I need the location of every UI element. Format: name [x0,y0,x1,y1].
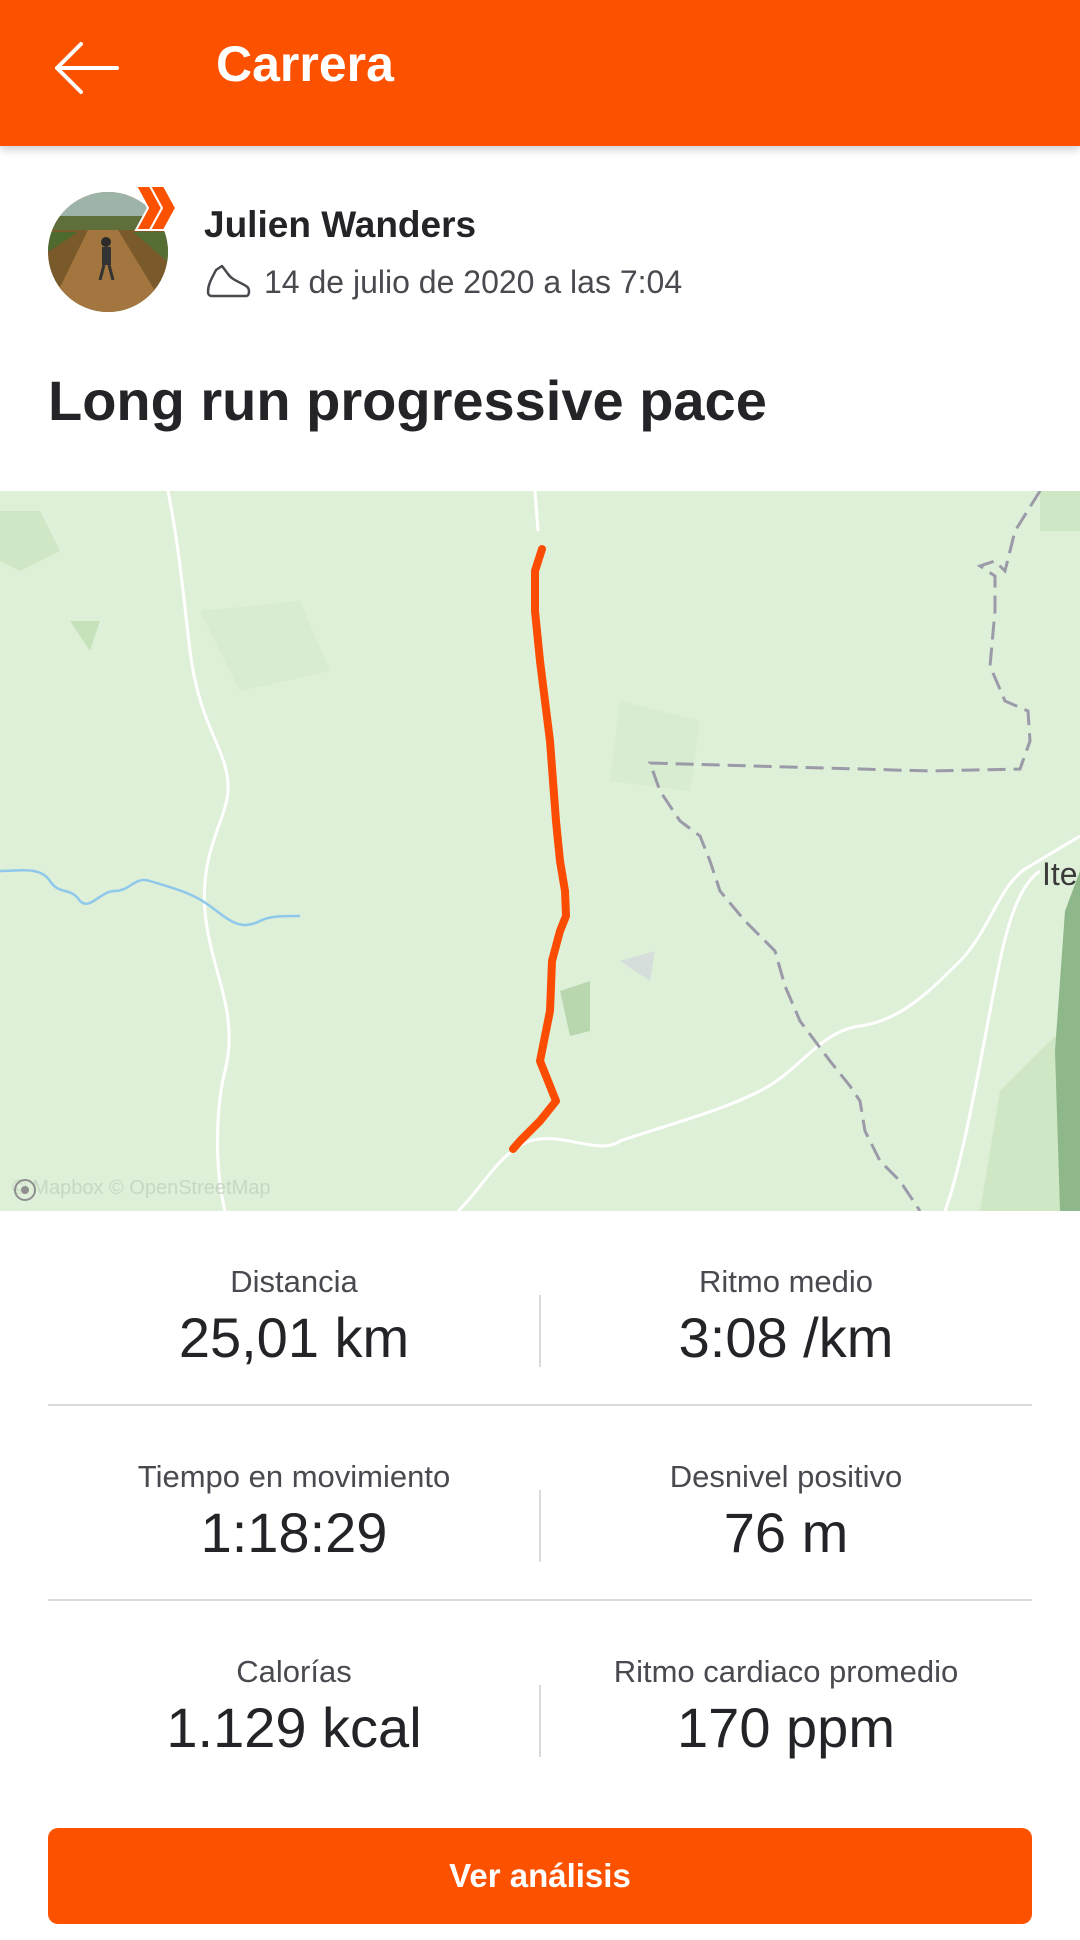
stat-value: 25,01 km [178,1306,410,1369]
stat-label: Tiempo en movimiento [137,1459,451,1494]
subscriber-chevron-icon [134,185,178,231]
stats-grid: Distancia 25,01 km Ritmo medio 3:08 /km … [48,1211,1032,1794]
mapbox-logo-icon [14,1179,36,1201]
stat-average-pace: Ritmo medio 3:08 /km [540,1211,1032,1371]
athlete-name[interactable]: Julien Wanders [204,202,476,248]
stat-label: Ritmo medio [699,1264,873,1299]
arrow-left-icon [55,42,119,94]
stat-value: 170 ppm [677,1696,895,1759]
map-canvas [0,491,1080,1211]
shoe-icon [206,264,251,298]
stat-elevation-gain: Desnivel positivo 76 m [540,1406,1032,1566]
stat-row: Distancia 25,01 km Ritmo medio 3:08 /km [48,1211,1032,1406]
activity-datetime: 14 de julio de 2020 a las 7:04 [264,264,683,300]
back-button[interactable] [40,22,132,114]
stat-label: Ritmo cardiaco promedio [613,1654,959,1689]
app-bar: Carrera [0,0,1080,146]
stat-average-heart-rate: Ritmo cardiaco promedio 170 ppm [540,1601,1032,1761]
athlete-avatar-container[interactable] [48,146,180,312]
map-credits-text: © Mapbox © OpenStreetMap [12,1177,271,1199]
activity-header: Julien Wanders 14 de julio de 2020 a las… [0,146,1080,491]
stat-calories: Calorías 1.129 kcal [48,1601,540,1761]
stat-distance: Distancia 25,01 km [48,1211,540,1371]
page-title: Carrera [216,36,394,92]
map-place-label: Ite [1042,856,1078,892]
stat-value: 76 m [723,1501,849,1564]
activity-meta: 14 de julio de 2020 a las 7:04 [204,262,682,302]
stat-label: Desnivel positivo [669,1459,903,1494]
stat-row: Tiempo en movimiento 1:18:29 Desnivel po… [48,1406,1032,1601]
view-analysis-button[interactable]: Ver análisis [48,1828,1032,1924]
view-analysis-label: Ver análisis [449,1857,631,1894]
stat-label: Calorías [236,1654,352,1689]
route-map[interactable]: © Mapbox © OpenStreetMap Ite [0,491,1080,1211]
stat-value: 1:18:29 [200,1501,388,1564]
stat-moving-time: Tiempo en movimiento 1:18:29 [48,1406,540,1566]
activity-title: Long run progressive pace [48,369,767,432]
stat-value: 3:08 /km [678,1306,894,1369]
stat-label: Distancia [230,1264,358,1299]
stat-value: 1.129 kcal [166,1696,422,1759]
stat-row: Calorías 1.129 kcal Ritmo cardiaco prome… [48,1601,1032,1794]
map-attribution[interactable]: © Mapbox © OpenStreetMap [12,1177,271,1201]
